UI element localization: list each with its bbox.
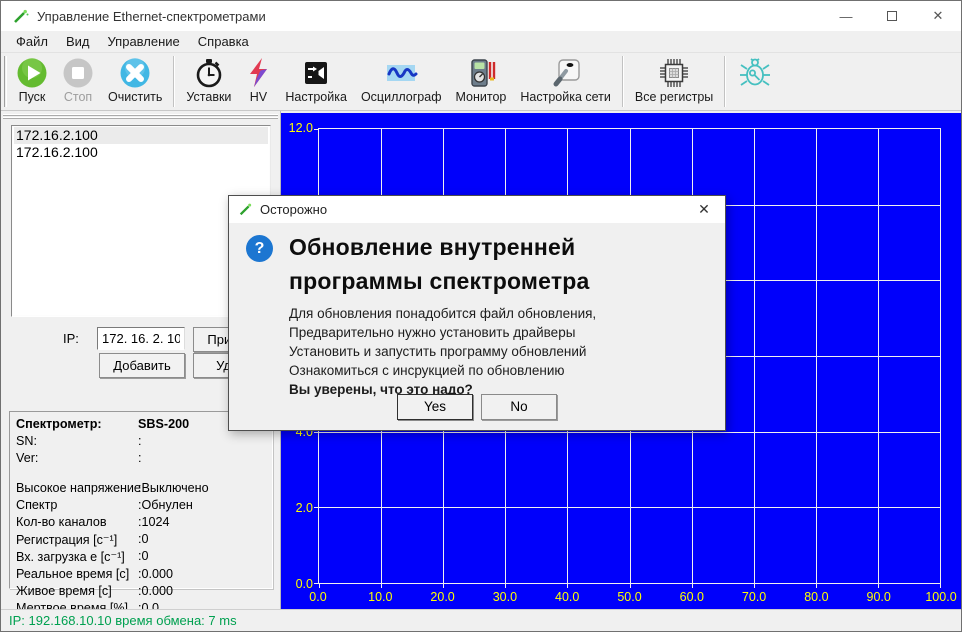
toolbar-separator	[724, 56, 726, 107]
toolbar-separator	[622, 56, 624, 107]
info-row: Вх. загрузка е [с⁻¹]:0	[16, 549, 272, 566]
toolbar-separator	[173, 56, 175, 107]
stop-icon	[62, 57, 94, 89]
x-tick-label: 0.0	[309, 590, 326, 604]
dialog-line: Для обновления понадобится файл обновлен…	[289, 304, 596, 323]
x-tick-label: 30.0	[493, 590, 517, 604]
info-row	[16, 469, 272, 481]
maximize-icon	[887, 11, 897, 21]
yes-button[interactable]: Yes	[397, 394, 473, 420]
x-tick-label: 50.0	[617, 590, 641, 604]
x-axis-labels: 0.010.020.030.040.050.060.070.080.090.01…	[318, 590, 941, 606]
question-icon: ?	[246, 235, 273, 262]
x-tick-label: 40.0	[555, 590, 579, 604]
setup-button[interactable]: Настройка	[278, 53, 354, 110]
lightning-icon	[245, 57, 271, 89]
x-tick-label: 100.0	[925, 590, 956, 604]
status-bar: IP: 192.168.10.10 время обмена: 7 ms	[1, 609, 961, 631]
x-tick-label: 10.0	[368, 590, 392, 604]
list-item[interactable]: 172.16.2.100	[14, 127, 268, 144]
settings-icon	[300, 57, 332, 89]
info-row: Ver::	[16, 451, 272, 468]
ip-input[interactable]	[97, 327, 185, 350]
close-button[interactable]: ✕	[915, 1, 961, 31]
dialog-title: Осторожно	[260, 202, 327, 217]
clear-icon	[119, 57, 151, 89]
presets-button[interactable]: Уставки	[179, 53, 238, 110]
start-button[interactable]: Пуск	[9, 53, 55, 110]
x-tick-label: 60.0	[680, 590, 704, 604]
play-icon	[16, 57, 48, 89]
minimize-button[interactable]: —	[823, 1, 869, 31]
title-bar: Управление Ethernet-спектрометрами — ✕	[1, 1, 961, 31]
info-row: SN::	[16, 434, 272, 451]
dialog-close-button[interactable]: ✕	[683, 196, 725, 223]
warning-dialog: Осторожно ✕ ? Обновление внутренней прог…	[228, 195, 726, 431]
menu-bar: Файл Вид Управление Справка	[1, 31, 961, 53]
wand-icon	[12, 8, 29, 25]
dialog-line: Установить и запустить программу обновле…	[289, 342, 596, 361]
menu-view[interactable]: Вид	[57, 32, 99, 51]
menu-help[interactable]: Справка	[189, 32, 258, 51]
hv-button[interactable]: HV	[238, 53, 278, 110]
dialog-line: Предварительно нужно установить драйверы	[289, 323, 596, 342]
stopwatch-icon	[193, 57, 225, 89]
registers-chip-icon	[657, 57, 691, 89]
list-item[interactable]: 172.16.2.100	[14, 144, 268, 161]
x-tick-label: 80.0	[804, 590, 828, 604]
spectrometer-info-panel: Спектрометр:SBS-200 SN:: Ver:: Высокое н…	[9, 411, 273, 589]
oscilloscope-button[interactable]: Осциллограф	[354, 53, 449, 110]
info-row: Высокое напряжение:Выключено	[16, 481, 272, 498]
debug-button[interactable]	[730, 53, 780, 110]
y-tick-label: 0.0	[296, 577, 313, 591]
stop-button[interactable]: Стоп	[55, 53, 101, 110]
x-tick-label: 70.0	[742, 590, 766, 604]
info-row: Живое время [с]:0.000	[16, 584, 272, 601]
maximize-button[interactable]	[869, 1, 915, 31]
wand-icon	[238, 202, 253, 217]
debug-bug-icon	[737, 57, 773, 89]
oscilloscope-icon	[384, 57, 418, 89]
panel-grip	[3, 114, 278, 116]
y-tick-label: 12.0	[289, 121, 313, 135]
info-row: Реальное время [с]:0.000	[16, 567, 272, 584]
info-row: Регистрация [с⁻¹]:0	[16, 532, 272, 549]
ip-label: IP:	[63, 331, 79, 346]
dialog-body: Для обновления понадобится файл обновлен…	[289, 304, 596, 399]
y-tick-label: 2.0	[296, 501, 313, 515]
menu-file[interactable]: Файл	[7, 32, 57, 51]
monitor-button[interactable]: Монитор	[449, 53, 514, 110]
dialog-line: Ознакомиться с инсрукцией по обновлению	[289, 361, 596, 380]
add-button[interactable]: Добавить	[99, 353, 185, 378]
toolbar-grip	[4, 56, 7, 107]
info-row: Кол-во каналов:1024	[16, 515, 272, 532]
dialog-title-bar: Осторожно ✕	[229, 196, 725, 223]
menu-control[interactable]: Управление	[99, 32, 189, 51]
x-tick-label: 90.0	[867, 590, 891, 604]
network-key-icon	[550, 57, 582, 89]
x-tick-label: 20.0	[430, 590, 454, 604]
toolbar: Пуск Стоп Очистить	[1, 53, 961, 111]
network-setup-button[interactable]: Настройка сети	[513, 53, 618, 110]
no-button[interactable]: No	[481, 394, 557, 420]
clear-button[interactable]: Очистить	[101, 53, 169, 110]
status-text: IP: 192.168.10.10 время обмена: 7 ms	[9, 613, 237, 628]
multimeter-icon	[465, 57, 497, 89]
info-row: Спектр:Обнулен	[16, 498, 272, 515]
window-title: Управление Ethernet-спектрометрами	[37, 9, 266, 24]
all-registers-button[interactable]: Все регистры	[628, 53, 720, 110]
dialog-heading: Обновление внутренней программы спектром…	[289, 230, 659, 298]
panel-grip	[3, 117, 278, 119]
